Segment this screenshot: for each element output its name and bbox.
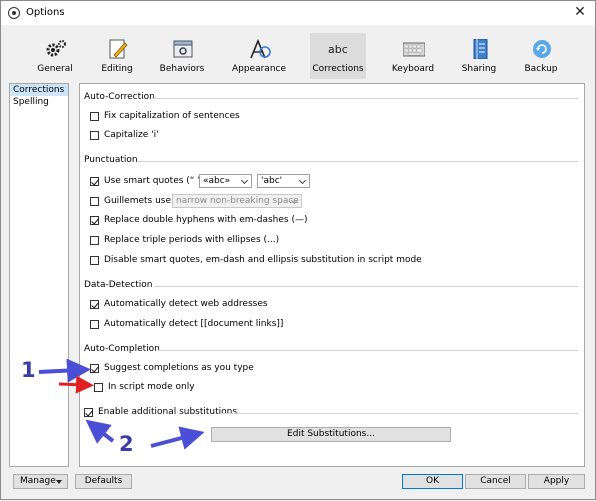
blue-arrow-to-edit-substitutions	[150, 426, 205, 450]
red-arrow-to-script-mode	[58, 375, 94, 394]
annotation-arrows	[38, 358, 205, 450]
blue-arrow-to-suggest-completions	[38, 358, 91, 383]
options-window: Options ✕ General Editing Behaviors Appe…	[0, 0, 596, 500]
blue-arrow-to-additional-substitutions	[85, 419, 115, 444]
